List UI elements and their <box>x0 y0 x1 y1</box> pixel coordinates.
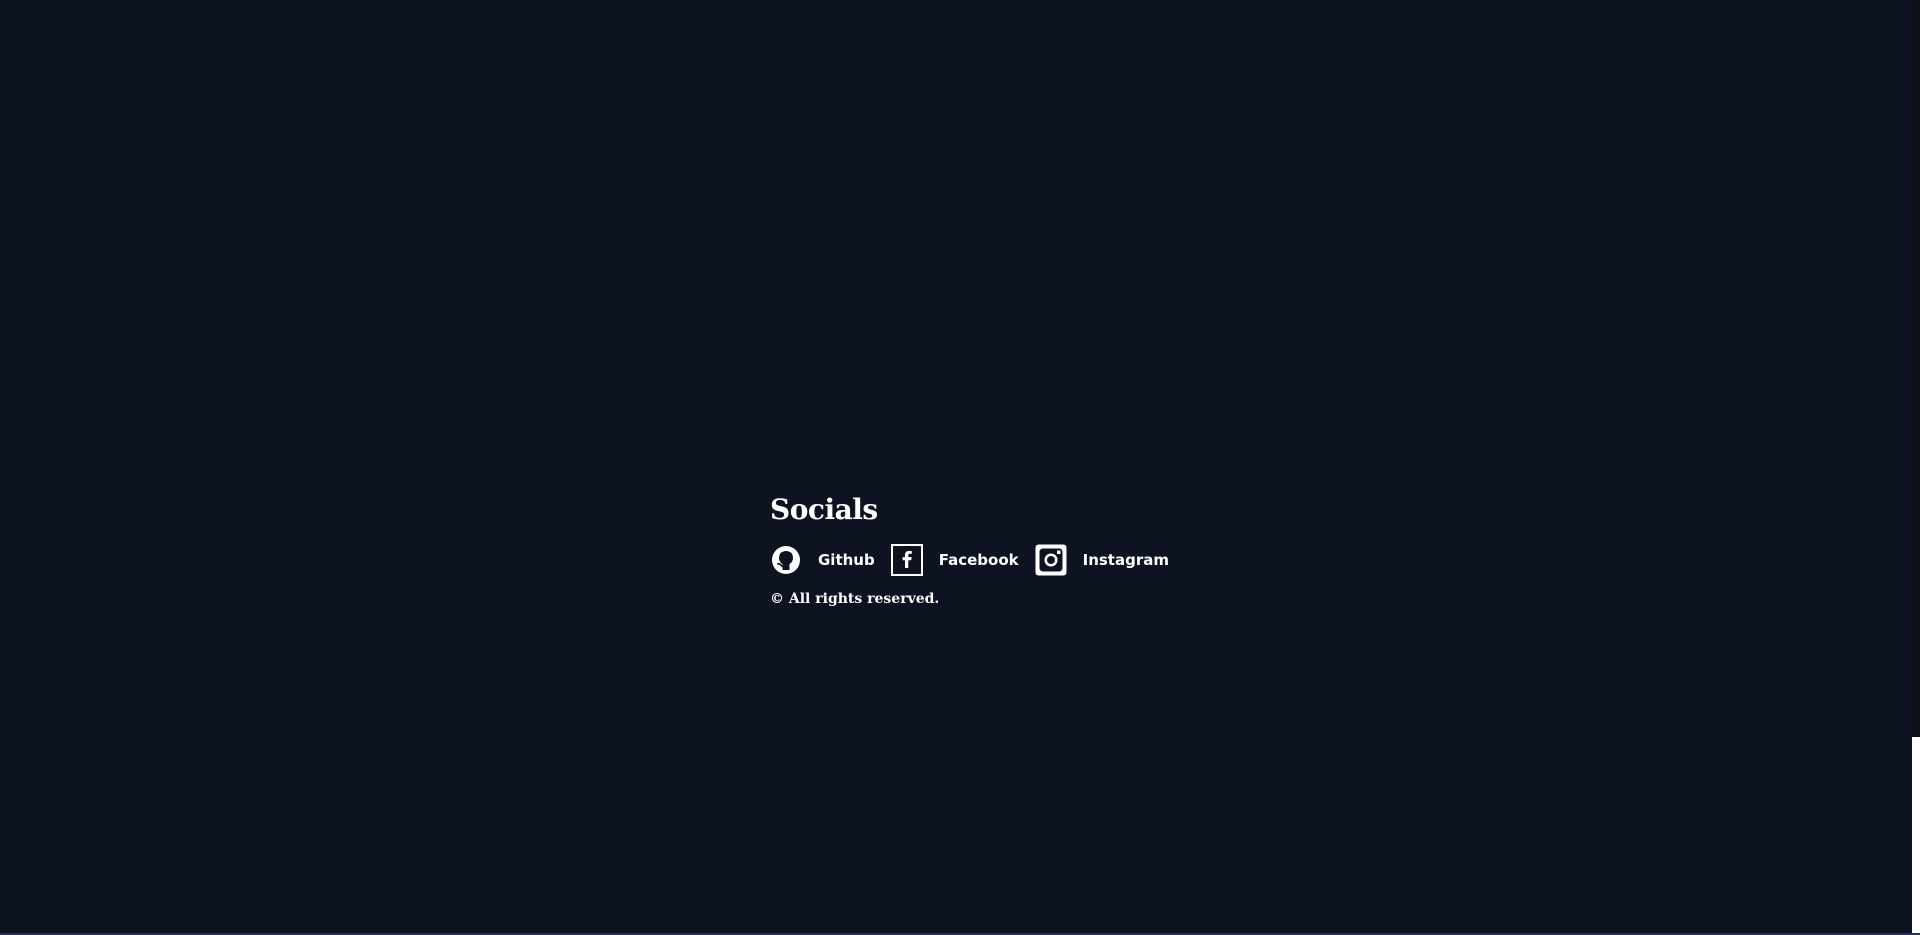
github-icon <box>770 544 802 576</box>
scrollbar-thumb[interactable] <box>1912 737 1920 933</box>
instagram-label: Instagram <box>1082 550 1169 569</box>
socials-footer: Socials Github Facebook Instagram © All … <box>770 493 1190 607</box>
copyright-text: © All rights reserved. <box>770 590 940 607</box>
socials-heading: Socials <box>770 493 878 526</box>
social-links: Github Facebook Instagram <box>770 543 1190 576</box>
github-label: Github <box>818 550 875 569</box>
facebook-label: Facebook <box>938 550 1019 569</box>
github-link[interactable]: Github <box>770 544 875 576</box>
page-background <box>0 0 1912 931</box>
instagram-link[interactable]: Instagram <box>1035 544 1169 576</box>
instagram-icon <box>1035 544 1067 576</box>
clipped-heading-fragments <box>0 0 1900 8</box>
facebook-icon <box>890 543 923 576</box>
facebook-link[interactable]: Facebook <box>890 543 1019 576</box>
